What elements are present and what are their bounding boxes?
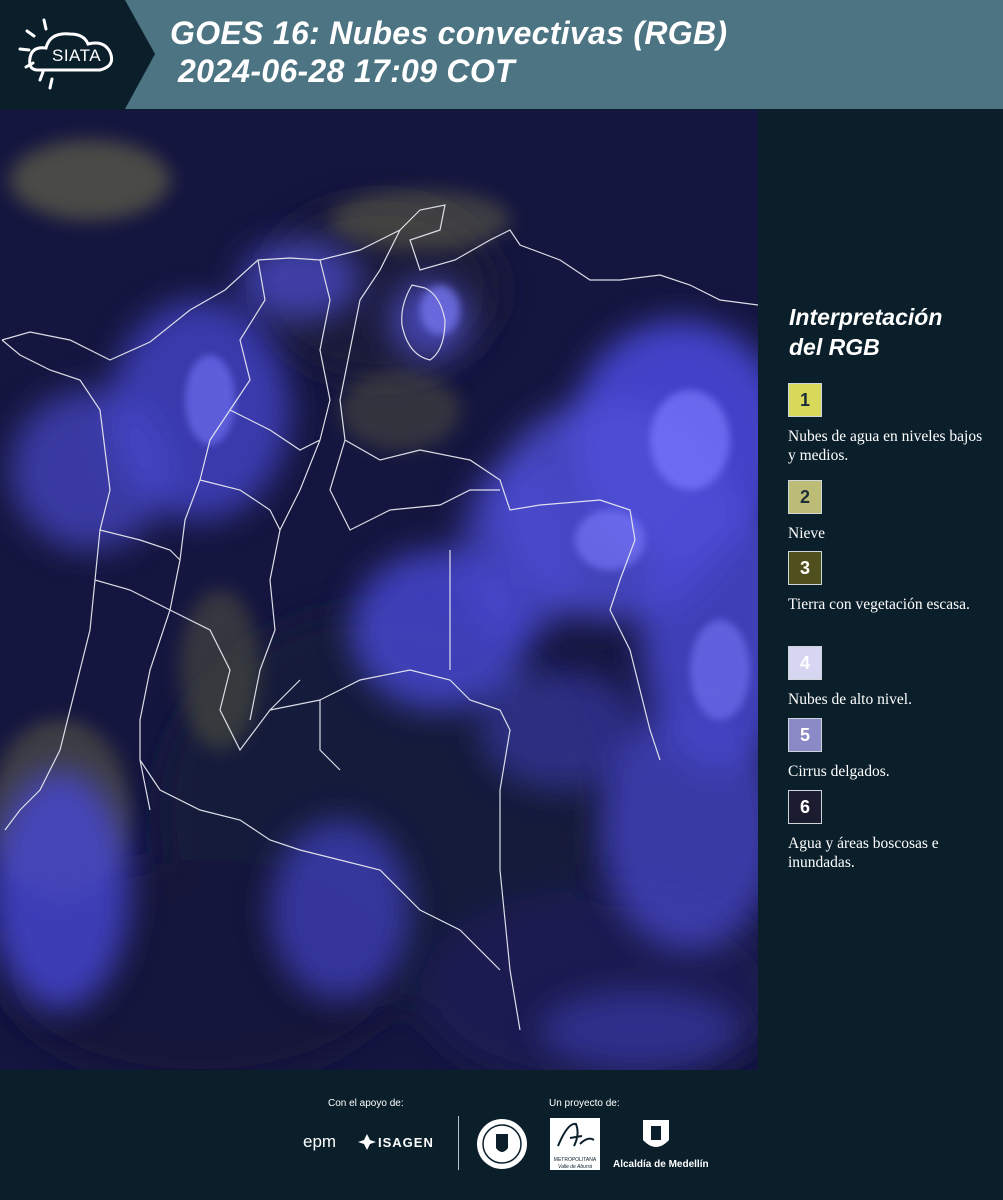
legend-text-5: Cirrus delgados. (788, 763, 890, 780)
medellin-seal-icon (477, 1119, 527, 1169)
legend-swatch-3: 3 (788, 551, 822, 585)
area-metropolitana-text-1: METROPOLITANA (553, 1157, 597, 1163)
siata-logo: SIATA (0, 0, 155, 109)
legend-panel: Interpretación del RGB 1 Nubes de agua e… (760, 110, 1003, 1070)
legend-text-1: Nubes de agua en niveles bajos y medios. (788, 428, 983, 464)
legend-item-6: 6 Agua y áreas boscosas e inundadas. (788, 790, 988, 872)
footer-divider (458, 1116, 459, 1170)
header: SIATA GOES 16: Nubes convectivas (RGB) 2… (0, 0, 1003, 109)
legend-text-2: Nieve (788, 525, 826, 542)
legend-text-6: Agua y áreas boscosas e inundadas. (788, 835, 939, 871)
alcaldia-label: Alcaldía de Medellín (613, 1159, 709, 1170)
legend-number-5: 5 (799, 724, 810, 745)
area-metropolitana-logo: METROPOLITANA Valle de Aburrá (550, 1118, 600, 1170)
legend-item-2: 2 Nieve (788, 480, 988, 543)
title-line-2: 2024-06-28 17:09 COT (178, 53, 515, 89)
project-label: Un proyecto de: (549, 1098, 620, 1109)
legend-number-1: 1 (799, 389, 810, 410)
legend-swatch-2: 2 (788, 480, 822, 514)
isagen-logo: ISAGEN (378, 1135, 434, 1150)
legend-text-4: Nubes de alto nivel. (788, 691, 912, 708)
legend-text-3: Tierra con vegetación escasa. (788, 596, 970, 613)
legend-title: Interpretación del RGB (789, 302, 989, 362)
support-label: Con el apoyo de: (328, 1098, 404, 1109)
legend-swatch-5: 5 (788, 718, 822, 752)
area-metropolitana-icon (557, 1122, 595, 1147)
satellite-image (0, 110, 758, 1070)
legend-number-2: 2 (799, 486, 810, 507)
legend-item-1: 1 Nubes de agua en niveles bajos y medio… (788, 383, 988, 465)
area-metropolitana-text-2: Valle de Aburrá (557, 1164, 593, 1170)
isagen-logo-icon (358, 1134, 376, 1150)
alcaldia-shield-icon (643, 1120, 669, 1147)
legend-number-6: 6 (799, 796, 810, 817)
legend-title-line-2: del RGB (789, 334, 880, 360)
epm-logo: epm (303, 1132, 337, 1151)
legend-swatch-4: 4 (788, 646, 822, 680)
legend-item-4: 4 Nubes de alto nivel. (788, 646, 988, 709)
legend-number-3: 3 (799, 557, 810, 578)
title-line-1: GOES 16: Nubes convectivas (RGB) (170, 15, 728, 51)
legend-swatch-6: 6 (788, 790, 822, 824)
footer: Con el apoyo de: Un proyecto de: epm ISA… (0, 1070, 1003, 1200)
legend-item-5: 5 Cirrus delgados. (788, 718, 988, 781)
rgb-satellite-map (0, 110, 758, 1070)
legend-title-line-1: Interpretación (789, 304, 943, 330)
siata-logo-text: SIATA (52, 46, 102, 65)
page-title: GOES 16: Nubes convectivas (RGB) 2024-06… (170, 14, 727, 90)
legend-swatch-1: 1 (788, 383, 822, 417)
legend-item-3: 3 Tierra con vegetación escasa. (788, 551, 988, 614)
legend-number-4: 4 (799, 652, 810, 673)
